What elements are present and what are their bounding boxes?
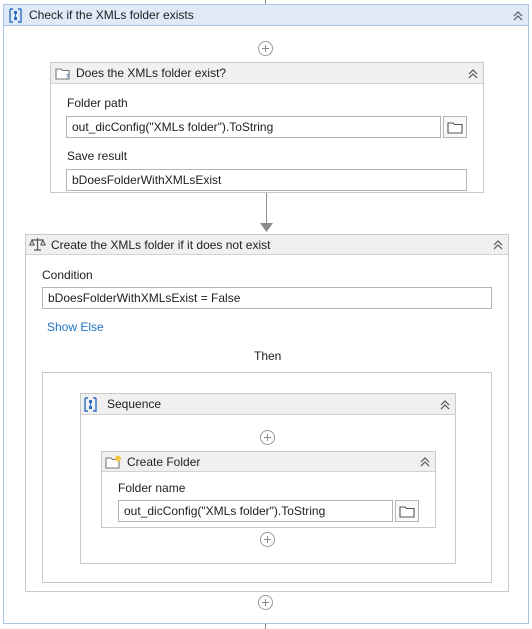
outer-sequence-header[interactable]: Check if the XMLs folder exists [4,5,528,26]
folder-question-icon: ? [55,66,71,84]
folder-path-label: Folder path [67,96,128,110]
flow-connector [266,193,267,226]
folder-browse-button[interactable] [395,500,419,522]
collapse-icon[interactable] [490,237,506,253]
inner-sequence[interactable]: Sequence Create Folder Folder name out_d… [80,393,456,564]
folder-exists-title: Does the XMLs folder exist? [76,66,227,80]
arrow-down-icon [260,223,273,232]
inner-sequence-header[interactable]: Sequence [81,394,455,415]
folder-name-input[interactable]: out_dicConfig("XMLs folder").ToString [118,500,393,522]
svg-text:?: ? [66,73,70,81]
folder-icon [399,505,415,518]
folder-icon [447,121,463,134]
sequence-icon [83,397,98,415]
outer-sequence[interactable]: Check if the XMLs folder exists ? Does t… [3,4,529,624]
outer-sequence-title: Check if the XMLs folder exists [29,8,194,22]
collapse-icon[interactable] [510,8,526,24]
add-activity-icon[interactable] [258,41,273,56]
condition-label: Condition [42,268,93,282]
add-activity-icon[interactable] [260,430,275,445]
create-folder-activity[interactable]: Create Folder Folder name out_dicConfig(… [101,451,436,528]
if-activity-title: Create the XMLs folder if it does not ex… [51,238,271,252]
add-activity-icon[interactable] [258,595,273,610]
scale-icon [29,237,46,255]
if-activity[interactable]: Create the XMLs folder if it does not ex… [25,234,509,592]
folder-exists-header[interactable]: ? Does the XMLs folder exist? [51,63,483,84]
create-folder-header[interactable]: Create Folder [102,452,435,472]
condition-input[interactable]: bDoesFolderWithXMLsExist = False [42,287,492,309]
if-activity-header[interactable]: Create the XMLs folder if it does not ex… [26,235,508,255]
then-label: Then [254,349,282,363]
folder-name-label: Folder name [118,481,186,495]
folder-plus-icon [105,455,122,472]
folder-browse-button[interactable] [443,116,467,138]
collapse-icon[interactable] [417,454,433,470]
folder-exists-activity[interactable]: ? Does the XMLs folder exist? Folder pat… [50,62,484,193]
collapse-icon[interactable] [465,66,481,82]
collapse-icon[interactable] [437,397,453,413]
add-activity-icon[interactable] [260,532,275,547]
bottom-connector [265,624,266,629]
save-result-label: Save result [67,149,128,163]
then-container[interactable]: Sequence Create Folder Folder name out_d… [42,372,492,583]
inner-sequence-title: Sequence [107,397,162,411]
sequence-icon [8,8,23,26]
create-folder-title: Create Folder [127,455,201,469]
save-result-input[interactable]: bDoesFolderWithXMLsExist [66,169,467,191]
folder-path-input[interactable]: out_dicConfig("XMLs folder").ToString [66,116,441,138]
show-else-link[interactable]: Show Else [47,320,104,334]
